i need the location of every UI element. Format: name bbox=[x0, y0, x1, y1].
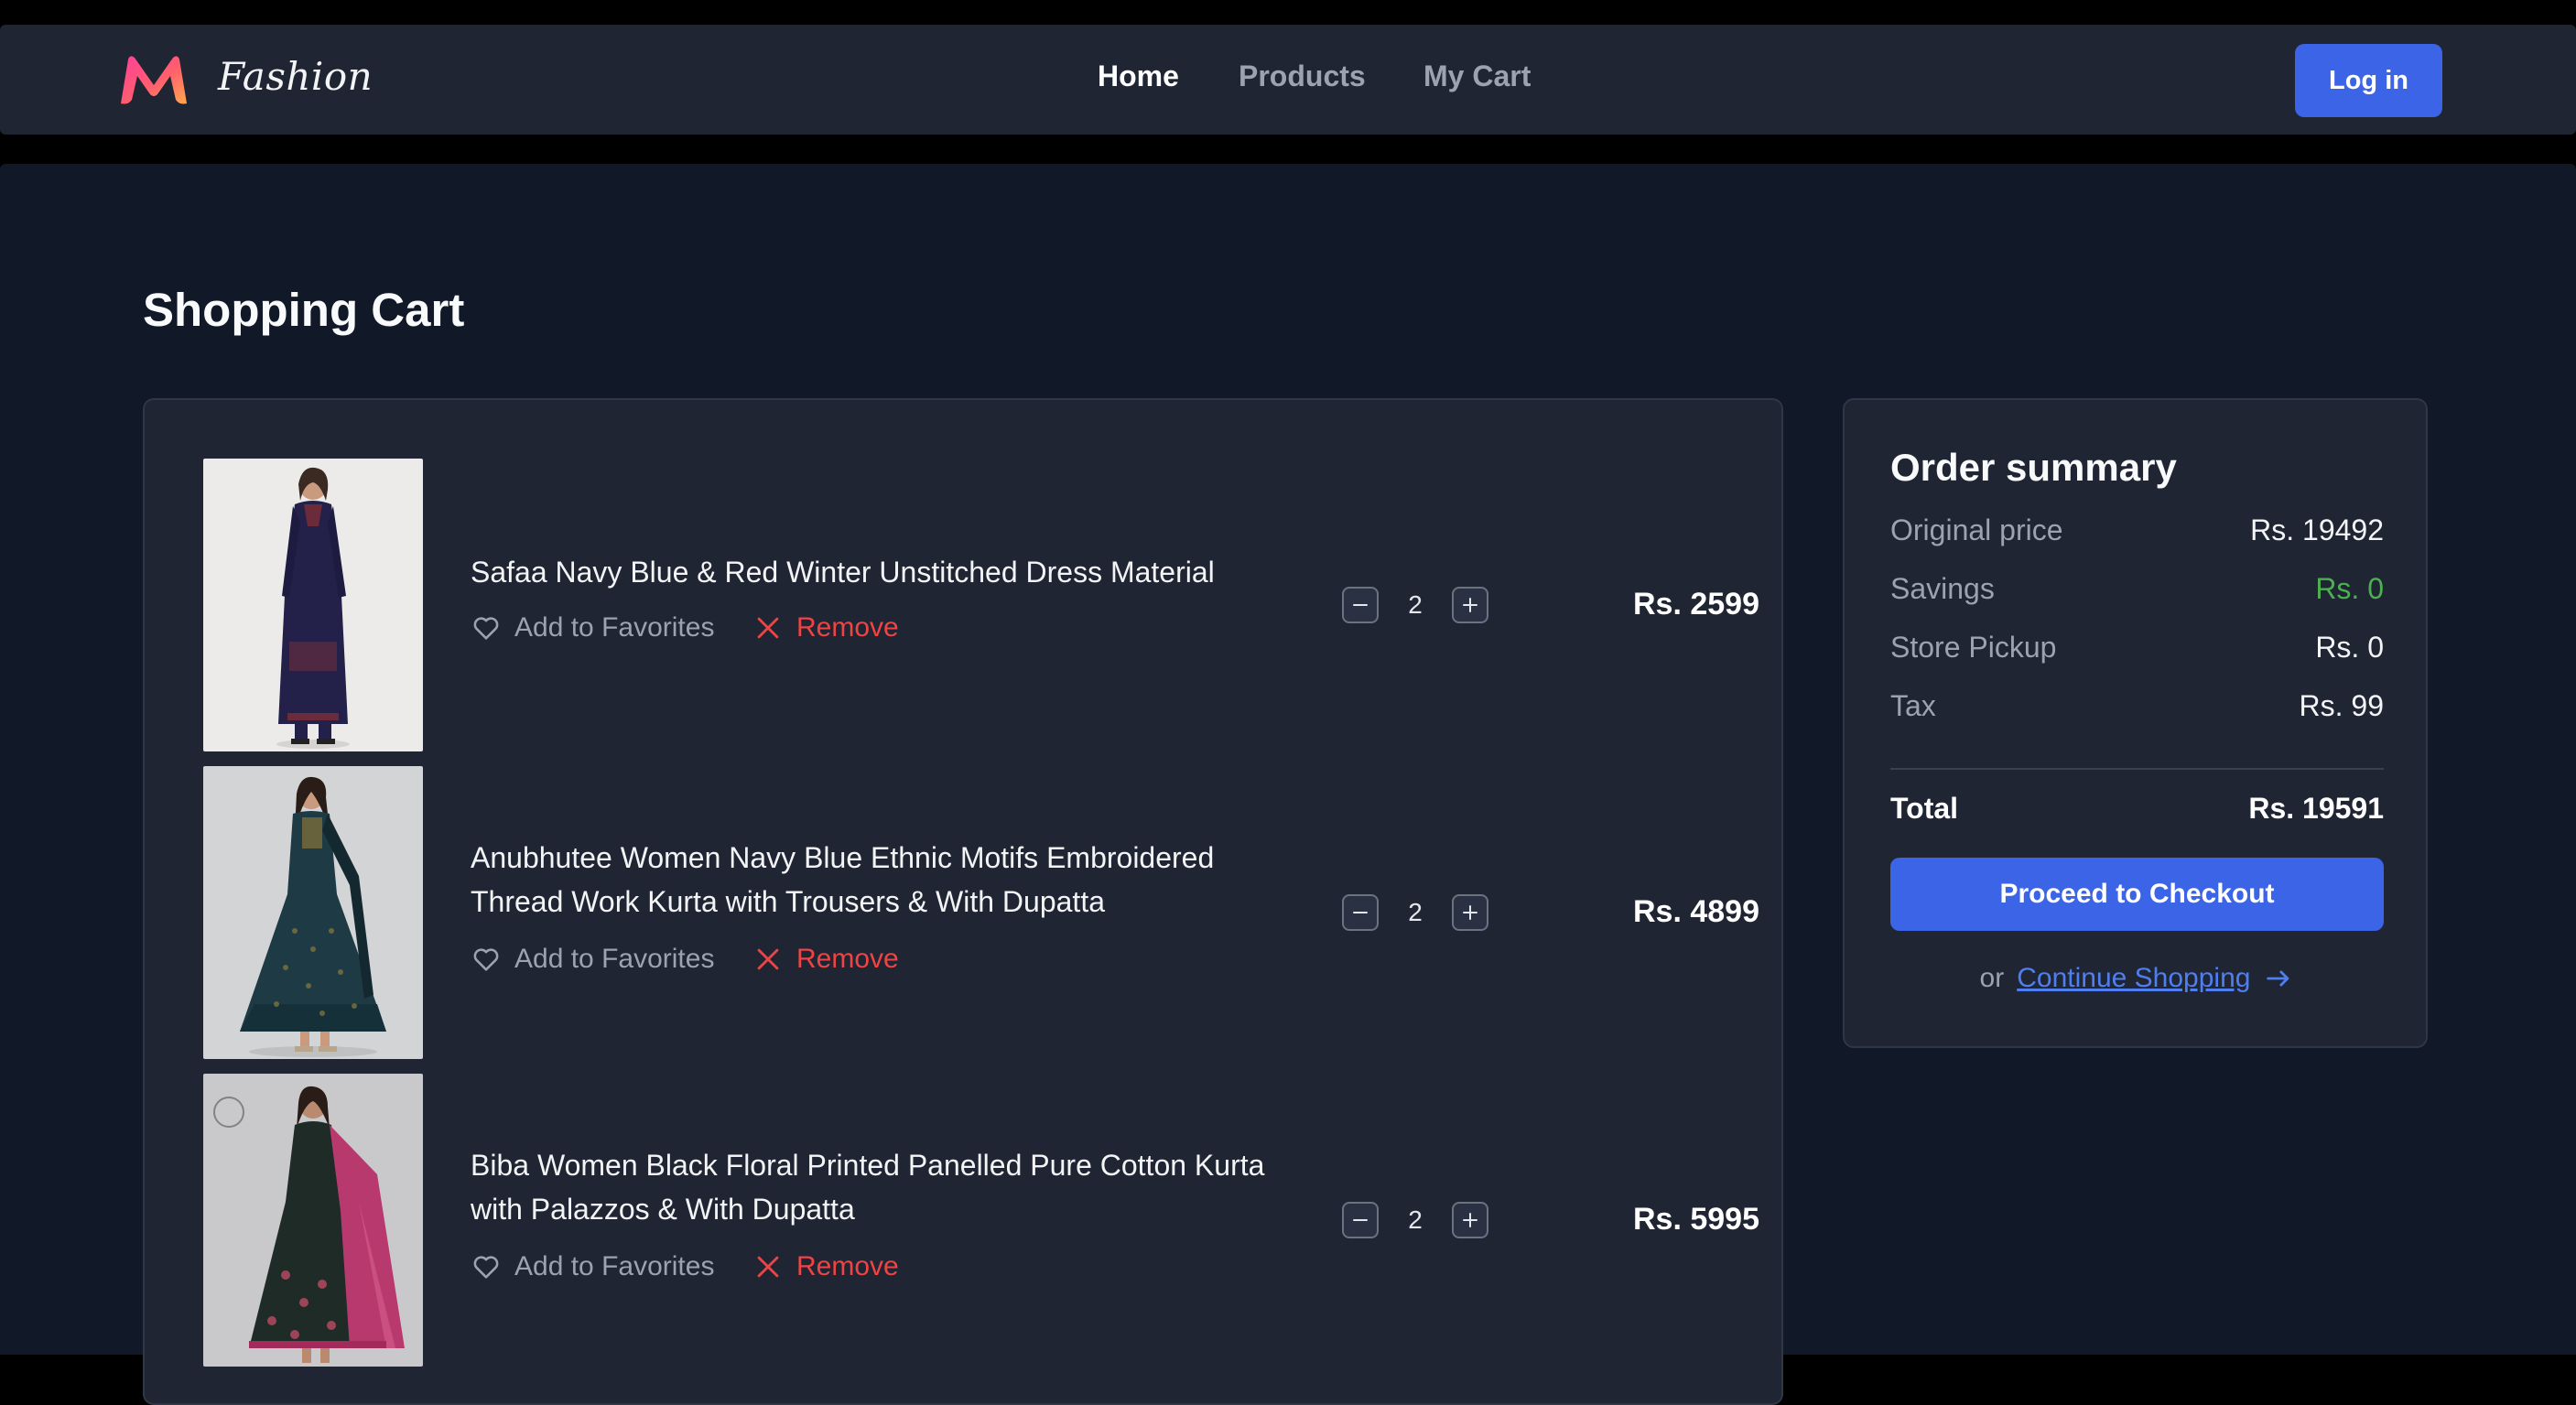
decrease-quantity-button[interactable] bbox=[1342, 587, 1379, 623]
main-content: Shopping Cart Safaa Navy Blue & Red Wint… bbox=[0, 164, 2576, 1405]
item-price: Rs. 2599 bbox=[1633, 587, 1759, 621]
favorites-label: Add to Favorites bbox=[514, 612, 715, 643]
quantity-stepper: 2 bbox=[1342, 894, 1498, 933]
heart-icon bbox=[473, 948, 499, 971]
increase-quantity-button[interactable] bbox=[1452, 1202, 1488, 1238]
add-to-favorites-button[interactable]: Add to Favorites bbox=[471, 944, 714, 975]
nav-my-cart-link[interactable]: My Cart bbox=[1423, 59, 1531, 93]
nav-home-link[interactable]: Home bbox=[1098, 59, 1179, 93]
close-icon bbox=[757, 948, 779, 970]
quantity-stepper: 2 bbox=[1342, 1202, 1498, 1240]
nav-products-link[interactable]: Products bbox=[1239, 59, 1366, 93]
remove-label: Remove bbox=[796, 944, 899, 974]
quantity-value: 2 bbox=[1408, 590, 1423, 619]
increase-quantity-button[interactable] bbox=[1452, 894, 1488, 931]
minus-icon bbox=[1353, 604, 1368, 606]
minus-icon bbox=[1353, 912, 1368, 913]
remove-item-button[interactable]: Remove bbox=[752, 612, 899, 643]
remove-item-button[interactable]: Remove bbox=[752, 944, 899, 975]
favorites-label: Add to Favorites bbox=[514, 944, 715, 974]
cart-item: Safaa Navy Blue & Red Winter Unstitched … bbox=[203, 459, 1759, 751]
add-to-favorites-button[interactable]: Add to Favorites bbox=[471, 612, 714, 643]
heart-icon bbox=[473, 617, 499, 640]
summary-value: Rs. 19492 bbox=[2250, 513, 2384, 546]
remove-item-button[interactable]: Remove bbox=[752, 1251, 899, 1282]
product-title[interactable]: Safaa Navy Blue & Red Winter Unstitched … bbox=[471, 550, 1276, 594]
arrow-right-icon[interactable] bbox=[2263, 963, 2294, 994]
plus-icon bbox=[1463, 598, 1477, 612]
summary-value: Rs. 0 bbox=[2315, 630, 2384, 664]
summary-label: Store Pickup bbox=[1890, 630, 2057, 664]
close-icon bbox=[757, 617, 779, 639]
continue-shopping-link[interactable]: Continue Shopping bbox=[2017, 963, 2250, 994]
remove-label: Remove bbox=[796, 1251, 899, 1281]
product-image[interactable] bbox=[203, 459, 423, 751]
quantity-stepper: 2 bbox=[1342, 587, 1498, 625]
page-title: Shopping Cart bbox=[143, 284, 465, 336]
favorites-label: Add to Favorites bbox=[514, 1251, 715, 1281]
summary-divider bbox=[1890, 768, 2384, 770]
summary-label: Tax bbox=[1890, 688, 1936, 722]
or-text: or bbox=[1979, 963, 2005, 993]
top-navbar: Fashion Home Products My Cart Log in bbox=[0, 25, 2576, 135]
plus-icon bbox=[1463, 905, 1477, 920]
order-summary-panel: Order summary Original price Rs. 19492 S… bbox=[1843, 398, 2428, 1048]
plus-icon bbox=[1463, 1213, 1477, 1227]
proceed-to-checkout-button[interactable]: Proceed to Checkout bbox=[1890, 858, 2384, 931]
summary-row-total: Total Rs. 19591 bbox=[1890, 788, 2384, 828]
main-nav: Home Products My Cart bbox=[0, 25, 2576, 135]
product-image[interactable] bbox=[203, 766, 423, 1059]
login-button[interactable]: Log in bbox=[2295, 44, 2442, 117]
summary-row-tax: Tax Rs. 99 bbox=[1890, 686, 2384, 726]
order-summary-title: Order summary bbox=[1890, 446, 2177, 489]
total-label: Total bbox=[1890, 791, 1959, 825]
add-to-favorites-button[interactable]: Add to Favorites bbox=[471, 1251, 714, 1282]
total-value: Rs. 19591 bbox=[2248, 791, 2384, 825]
summary-label: Savings bbox=[1890, 571, 1995, 605]
quantity-value: 2 bbox=[1408, 1205, 1423, 1234]
decrease-quantity-button[interactable] bbox=[1342, 1202, 1379, 1238]
summary-row-original-price: Original price Rs. 19492 bbox=[1890, 510, 2384, 550]
summary-value: Rs. 0 bbox=[2315, 571, 2384, 605]
increase-quantity-button[interactable] bbox=[1452, 587, 1488, 623]
cart-item: Biba Women Black Floral Printed Panelled… bbox=[203, 1074, 1759, 1367]
item-price: Rs. 5995 bbox=[1633, 1202, 1759, 1237]
product-image[interactable] bbox=[203, 1074, 423, 1367]
summary-row-store-pickup: Store Pickup Rs. 0 bbox=[1890, 627, 2384, 667]
minus-icon bbox=[1353, 1219, 1368, 1221]
item-price: Rs. 4899 bbox=[1633, 894, 1759, 929]
heart-icon bbox=[473, 1256, 499, 1279]
cart-items-panel: Safaa Navy Blue & Red Winter Unstitched … bbox=[143, 398, 1783, 1405]
summary-label: Original price bbox=[1890, 513, 2063, 546]
summary-value: Rs. 99 bbox=[2299, 688, 2384, 722]
continue-shopping-row: or Continue Shopping bbox=[1845, 958, 2430, 999]
close-icon bbox=[757, 1256, 779, 1278]
summary-row-savings: Savings Rs. 0 bbox=[1890, 568, 2384, 609]
decrease-quantity-button[interactable] bbox=[1342, 894, 1379, 931]
remove-label: Remove bbox=[796, 612, 899, 643]
product-title[interactable]: Biba Women Black Floral Printed Panelled… bbox=[471, 1143, 1276, 1231]
product-title[interactable]: Anubhutee Women Navy Blue Ethnic Motifs … bbox=[471, 836, 1276, 924]
quantity-value: 2 bbox=[1408, 898, 1423, 926]
cart-item: Anubhutee Women Navy Blue Ethnic Motifs … bbox=[203, 766, 1759, 1059]
